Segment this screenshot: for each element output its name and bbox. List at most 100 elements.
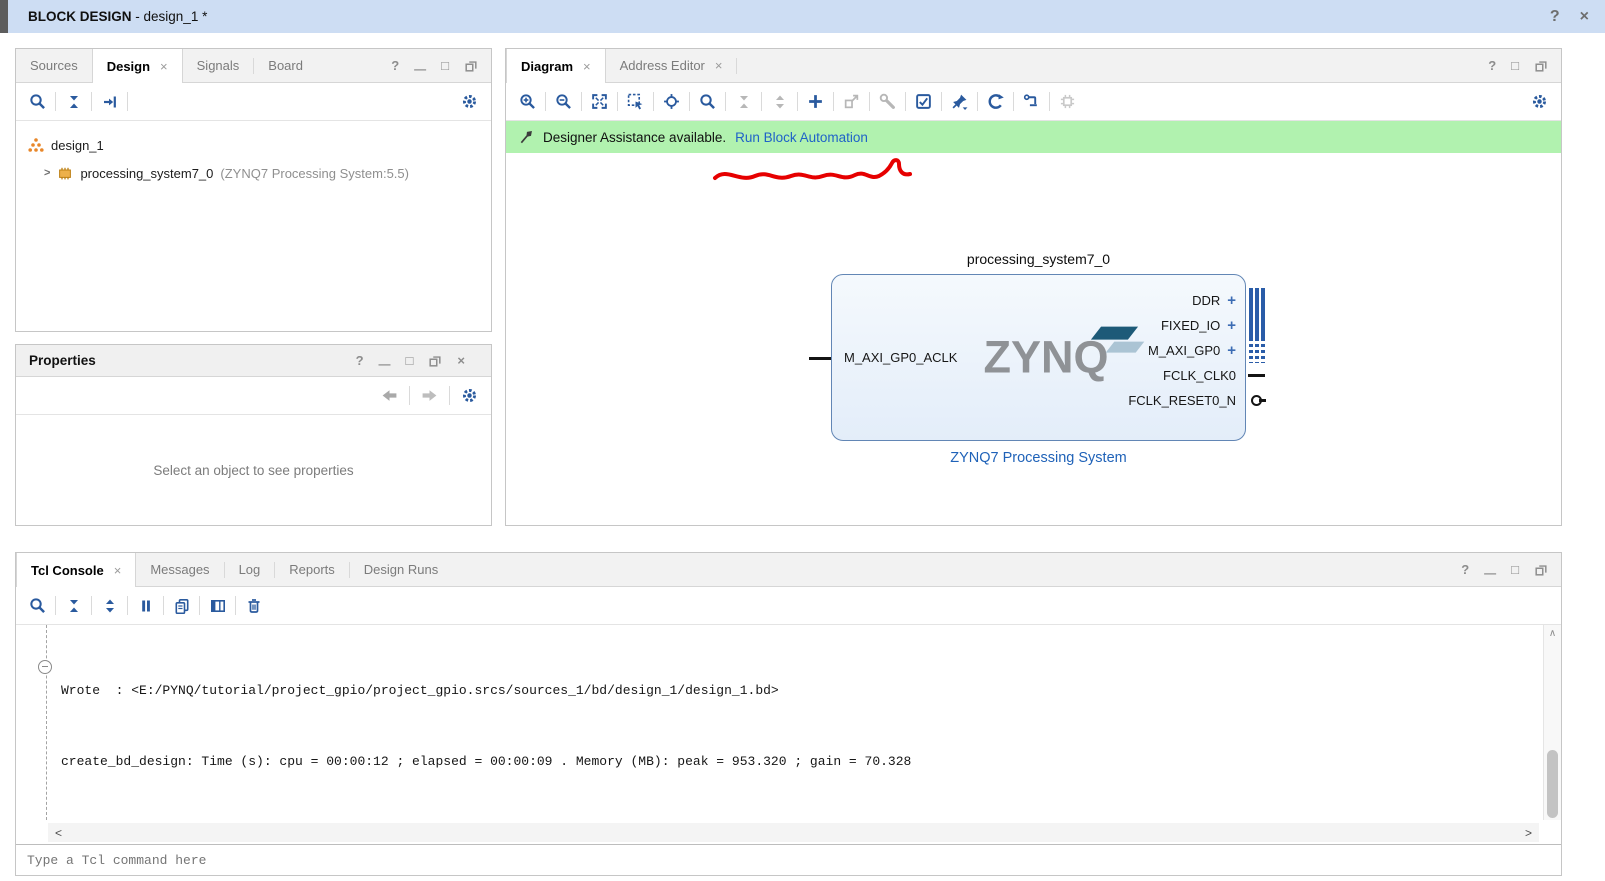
gear-icon[interactable]: [456, 382, 483, 409]
search-icon[interactable]: [694, 88, 721, 115]
make-external-icon[interactable]: [838, 88, 865, 115]
window-grip[interactable]: [0, 0, 8, 33]
regenerate-layout-icon[interactable]: [982, 88, 1009, 115]
scroll-to-selected-icon[interactable]: [96, 88, 123, 115]
float-icon[interactable]: [464, 59, 478, 73]
divider: [617, 92, 618, 111]
copy-icon[interactable]: [168, 592, 195, 619]
tcl-console-output[interactable]: Wrote : <E:/PYNQ/tutorial/project_gpio/p…: [16, 625, 1561, 844]
vertical-scroll-thumb[interactable]: [1547, 749, 1558, 818]
clear-console-icon[interactable]: [240, 592, 267, 619]
port-fclk-reset0-n[interactable]: FCLK_RESET0_N: [1128, 389, 1236, 411]
tab-board[interactable]: Board: [254, 49, 317, 82]
tab-design-runs[interactable]: Design Runs: [350, 553, 452, 586]
run-block-automation-link[interactable]: Run Block Automation: [735, 130, 868, 145]
zoom-fit-icon[interactable]: [586, 88, 613, 115]
zynq-block[interactable]: M_AXI_GP0_ACLK ZYNQ DDR + FIXED_IO + M_A…: [809, 274, 1266, 441]
port-stub-fclk-reset0-n[interactable]: [1251, 395, 1266, 406]
close-tab-icon[interactable]: ×: [583, 59, 591, 74]
tcl-command-input[interactable]: [16, 845, 1561, 875]
zoom-in-icon[interactable]: [514, 88, 541, 115]
collapse-all-icon[interactable]: [60, 592, 87, 619]
maximize-icon[interactable]: □: [1511, 562, 1519, 577]
horizontal-scrollbar[interactable]: < >: [48, 823, 1539, 842]
back-arrow-icon[interactable]: [376, 382, 403, 409]
divider: [761, 92, 762, 111]
gear-icon[interactable]: [456, 88, 483, 115]
minimize-icon[interactable]: —: [414, 62, 426, 76]
maximize-icon[interactable]: □: [406, 353, 414, 368]
port-fixed-io[interactable]: FIXED_IO +: [1161, 314, 1236, 336]
help-icon[interactable]: ?: [391, 58, 399, 73]
close-tab-icon[interactable]: ×: [114, 563, 122, 578]
maximize-icon[interactable]: □: [1511, 58, 1519, 73]
expand-port-icon[interactable]: +: [1227, 317, 1236, 334]
diagram-canvas[interactable]: processing_system7_0 M_AXI_GP0_ACLK ZYNQ…: [506, 153, 1561, 525]
tab-sources[interactable]: Sources: [16, 49, 92, 82]
float-icon[interactable]: [1534, 563, 1548, 577]
add-ip-icon[interactable]: [802, 88, 829, 115]
expand-port-icon[interactable]: +: [1227, 292, 1236, 309]
maximize-icon[interactable]: □: [441, 58, 449, 73]
forward-arrow-icon[interactable]: [416, 382, 443, 409]
collapse-all-icon[interactable]: [730, 88, 757, 115]
scroll-up-icon[interactable]: ∧: [1549, 628, 1556, 639]
float-icon[interactable]: [428, 354, 442, 368]
zoom-out-icon[interactable]: [550, 88, 577, 115]
expand-all-icon[interactable]: [96, 592, 123, 619]
validate-design-icon[interactable]: [910, 88, 937, 115]
port-m-axi-gp0-aclk[interactable]: M_AXI_GP0_ACLK: [844, 350, 957, 365]
port-stub-fixed-io[interactable]: [1249, 313, 1265, 338]
port-stub-fclk-clk0[interactable]: [1248, 374, 1265, 377]
help-icon[interactable]: ?: [1488, 58, 1496, 73]
port-stub-m-axi-gp0[interactable]: [1249, 338, 1265, 363]
tree-item-design-1[interactable]: design_1: [28, 131, 491, 159]
zoom-to-selection-icon[interactable]: [622, 88, 649, 115]
help-icon[interactable]: ?: [1550, 8, 1560, 26]
help-icon[interactable]: ?: [356, 353, 364, 368]
search-icon[interactable]: [24, 88, 51, 115]
tab-diagram[interactable]: Diagram ×: [506, 49, 606, 83]
port-stub-ddr[interactable]: [1249, 288, 1265, 313]
port-ddr[interactable]: DDR +: [1192, 289, 1236, 311]
scroll-right-icon[interactable]: >: [1525, 826, 1532, 840]
search-icon[interactable]: [24, 592, 51, 619]
toggle-columns-icon[interactable]: [204, 592, 231, 619]
close-icon[interactable]: ×: [457, 353, 465, 368]
fold-collapse-icon[interactable]: [38, 660, 52, 674]
tab-tcl-console[interactable]: Tcl Console ×: [16, 553, 137, 587]
optimize-routing-icon[interactable]: [1018, 88, 1045, 115]
tab-log[interactable]: Log: [225, 553, 275, 586]
tab-signals[interactable]: Signals: [183, 49, 254, 82]
scroll-left-icon[interactable]: <: [55, 826, 62, 840]
port-fclk-clk0[interactable]: FCLK_CLK0: [1163, 364, 1236, 386]
console-line: create_bd_design: Time (s): cpu = 00:00:…: [61, 753, 912, 769]
pin-icon[interactable]: [946, 88, 973, 115]
minimize-icon[interactable]: —: [1484, 566, 1496, 580]
tab-reports[interactable]: Reports: [275, 553, 349, 586]
tab-address-editor[interactable]: Address Editor ×: [606, 49, 737, 82]
minimize-icon[interactable]: —: [379, 357, 391, 371]
port-m-axi-gp0[interactable]: M_AXI_GP0 +: [1148, 339, 1236, 361]
close-tab-icon[interactable]: ×: [715, 58, 723, 73]
divider: [55, 596, 56, 615]
pause-output-icon[interactable]: [132, 592, 159, 619]
interface-properties-icon[interactable]: [1054, 88, 1081, 115]
divider: [581, 92, 582, 111]
close-tab-icon[interactable]: ×: [160, 59, 168, 74]
customize-block-icon[interactable]: [874, 88, 901, 115]
close-icon[interactable]: ×: [1580, 8, 1589, 26]
expand-all-icon[interactable]: [766, 88, 793, 115]
port-label: M_AXI_GP0: [1147, 342, 1221, 358]
tree-item-processing-system7-0[interactable]: > processing_system7_0 (ZYNQ7 Processing…: [28, 159, 491, 187]
tab-messages[interactable]: Messages: [136, 553, 223, 586]
float-icon[interactable]: [1534, 59, 1548, 73]
help-icon[interactable]: ?: [1461, 562, 1469, 577]
collapse-all-icon[interactable]: [60, 88, 87, 115]
port-stub-m-axi-gp0-aclk[interactable]: [809, 357, 831, 360]
gear-icon[interactable]: [1526, 88, 1553, 115]
expand-port-icon[interactable]: +: [1227, 342, 1236, 359]
fit-selection-icon[interactable]: [658, 88, 685, 115]
tab-design[interactable]: Design ×: [91, 49, 183, 83]
chevron-right-icon[interactable]: >: [44, 167, 50, 179]
